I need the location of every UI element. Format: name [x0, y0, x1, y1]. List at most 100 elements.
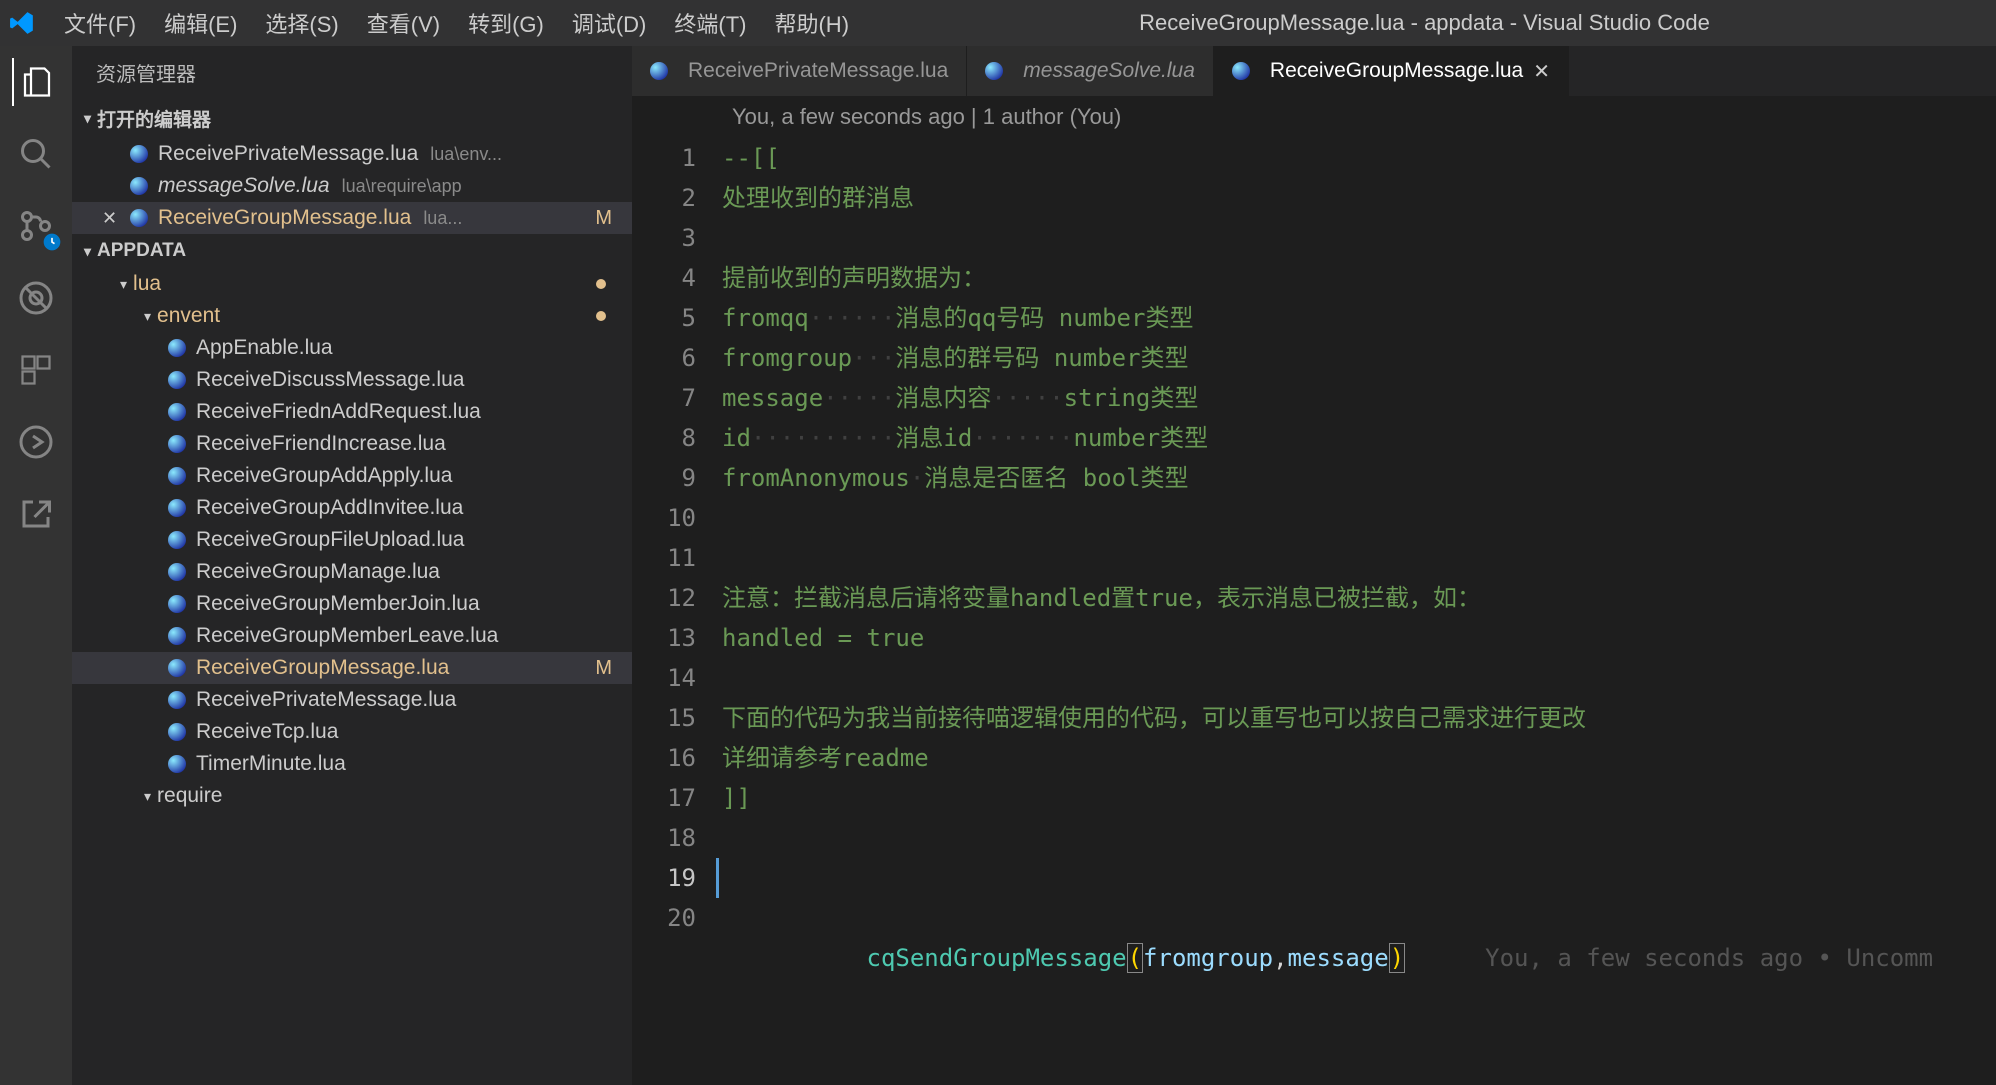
line-number: 13: [632, 618, 696, 658]
file-item[interactable]: ReceiveGroupMessage.lua M: [72, 652, 632, 684]
codelens[interactable]: You, a few seconds ago | 1 author (You): [632, 96, 1996, 138]
editor-area: ReceivePrivateMessage.lua messageSolve.l…: [632, 46, 1996, 1085]
file-item[interactable]: ReceiveGroupManage.lua: [72, 556, 632, 588]
file-name: ReceiveDiscussMessage.lua: [196, 368, 464, 392]
chevron-down-icon: ▾: [84, 110, 91, 127]
file-item[interactable]: ReceiveGroupAddApply.lua: [72, 460, 632, 492]
line-gutter: 1234567891011121314151617181920: [632, 138, 722, 1085]
folder-require[interactable]: ▾ require: [72, 780, 632, 812]
file-item[interactable]: ReceiveFriendIncrease.lua: [72, 428, 632, 460]
folder-envent[interactable]: ▾ envent: [72, 300, 632, 332]
tab-receive-private[interactable]: ReceivePrivateMessage.lua: [632, 46, 967, 96]
tabbar: ReceivePrivateMessage.lua messageSolve.l…: [632, 46, 1996, 96]
open-editor-name: ReceiveGroupMessage.lua: [158, 206, 411, 230]
file-name: ReceiveGroupMessage.lua: [196, 656, 449, 680]
file-item[interactable]: ReceivePrivateMessage.lua: [72, 684, 632, 716]
menu-view[interactable]: 查看(V): [355, 0, 452, 47]
code-text: ]]: [722, 784, 751, 812]
code-text: 消息的qq号码 number类型: [895, 304, 1193, 332]
chevron-down-icon: ▾: [144, 308, 151, 325]
code-text: fromqq: [722, 304, 809, 332]
file-item[interactable]: ReceiveTcp.lua: [72, 716, 632, 748]
file-name: ReceiveGroupFileUpload.lua: [196, 528, 464, 552]
file-item[interactable]: ReceiveGroupMemberLeave.lua: [72, 620, 632, 652]
menu-select[interactable]: 选择(S): [253, 0, 350, 47]
lua-file-icon: [168, 659, 186, 677]
folder-lua[interactable]: ▾ lua: [72, 268, 632, 300]
open-editor-item[interactable]: ✕ ReceiveGroupMessage.lua lua... M: [72, 202, 632, 234]
lua-file-icon: [168, 339, 186, 357]
titlebar: 文件(F) 编辑(E) 选择(S) 查看(V) 转到(G) 调试(D) 终端(T…: [0, 0, 1996, 46]
file-item[interactable]: ReceiveFriednAddRequest.lua: [72, 396, 632, 428]
code-area[interactable]: --[[ 处理收到的群消息 提前收到的声明数据为： fromqq······消息…: [722, 138, 1996, 1085]
open-editor-name: ReceivePrivateMessage.lua: [158, 142, 418, 166]
lua-file-icon: [985, 62, 1003, 80]
line-number: 5: [632, 298, 696, 338]
file-item[interactable]: ReceiveGroupAddInvitee.lua: [72, 492, 632, 524]
lua-file-icon: [130, 145, 148, 163]
tab-label: ReceivePrivateMessage.lua: [688, 59, 948, 83]
close-icon[interactable]: ✕: [1533, 59, 1550, 84]
close-icon[interactable]: ✕: [102, 208, 122, 229]
open-editors-header[interactable]: ▾ 打开的编辑器: [72, 99, 632, 138]
open-editor-item[interactable]: messageSolve.lua lua\require\app: [72, 170, 632, 202]
project-name: APPDATA: [97, 240, 186, 262]
modified-badge: M: [595, 657, 620, 680]
line-number: 16: [632, 738, 696, 778]
menu-help[interactable]: 帮助(H): [762, 0, 861, 47]
open-editor-path: lua\env...: [430, 144, 502, 165]
menu-debug[interactable]: 调试(D): [560, 0, 659, 47]
search-icon[interactable]: [12, 130, 60, 178]
code-text: 消息内容: [895, 384, 991, 412]
line-number: 9: [632, 458, 696, 498]
sidebar-title: 资源管理器: [72, 46, 632, 99]
active-line-indicator: [716, 858, 719, 898]
project-header[interactable]: ▾ APPDATA: [72, 234, 632, 268]
menu-go[interactable]: 转到(G): [456, 0, 556, 47]
menu-terminal[interactable]: 终端(T): [662, 0, 758, 47]
share-icon[interactable]: [12, 490, 60, 538]
file-item[interactable]: ReceiveGroupFileUpload.lua: [72, 524, 632, 556]
menu-edit[interactable]: 编辑(E): [152, 0, 249, 47]
file-name: TimerMinute.lua: [196, 752, 346, 776]
chevron-down-icon: ▾: [144, 788, 151, 805]
code-text: fromgroup: [722, 344, 852, 372]
menu-file[interactable]: 文件(F): [52, 0, 148, 47]
tab-receive-group[interactable]: ReceiveGroupMessage.lua ✕: [1214, 46, 1569, 96]
tab-label: messageSolve.lua: [1023, 59, 1195, 83]
tab-label: ReceiveGroupMessage.lua: [1270, 59, 1523, 83]
source-control-icon[interactable]: [12, 202, 60, 250]
activitybar: [0, 46, 72, 1085]
debug-icon[interactable]: [12, 274, 60, 322]
code-text: 消息id: [895, 424, 972, 452]
file-item[interactable]: TimerMinute.lua: [72, 748, 632, 780]
explorer-icon[interactable]: [12, 58, 60, 106]
code-text: --[[: [722, 144, 780, 172]
lua-file-icon: [168, 531, 186, 549]
lua-file-icon: [1232, 62, 1250, 80]
extensions-icon[interactable]: [12, 346, 60, 394]
file-name: ReceiveFriednAddRequest.lua: [196, 400, 481, 424]
timeline-icon[interactable]: [12, 418, 60, 466]
code-text: handled = true: [722, 624, 924, 652]
file-name: ReceiveTcp.lua: [196, 720, 338, 744]
editor-content[interactable]: 1234567891011121314151617181920 --[[ 处理收…: [632, 138, 1996, 1085]
lua-file-icon: [168, 435, 186, 453]
folder-name: require: [157, 784, 222, 808]
open-editor-item[interactable]: ReceivePrivateMessage.lua lua\env...: [72, 138, 632, 170]
file-item[interactable]: AppEnable.lua: [72, 332, 632, 364]
code-text: number类型: [1073, 424, 1208, 452]
open-editor-path: lua\require\app: [342, 176, 462, 197]
sidebar: 资源管理器 ▾ 打开的编辑器 ReceivePrivateMessage.lua…: [72, 46, 632, 1085]
folder-name: envent: [157, 304, 220, 328]
line-number: 1: [632, 138, 696, 178]
chevron-down-icon: ▾: [84, 243, 91, 260]
tab-message-solve[interactable]: messageSolve.lua: [967, 46, 1214, 96]
file-item[interactable]: ReceiveDiscussMessage.lua: [72, 364, 632, 396]
line-number: 7: [632, 378, 696, 418]
code-text: 提前收到的声明数据为：: [722, 264, 986, 292]
file-item[interactable]: ReceiveGroupMemberJoin.lua: [72, 588, 632, 620]
open-editor-path: lua...: [423, 208, 462, 229]
file-name: ReceiveGroupAddInvitee.lua: [196, 496, 463, 520]
file-name: ReceiveFriendIncrease.lua: [196, 432, 446, 456]
